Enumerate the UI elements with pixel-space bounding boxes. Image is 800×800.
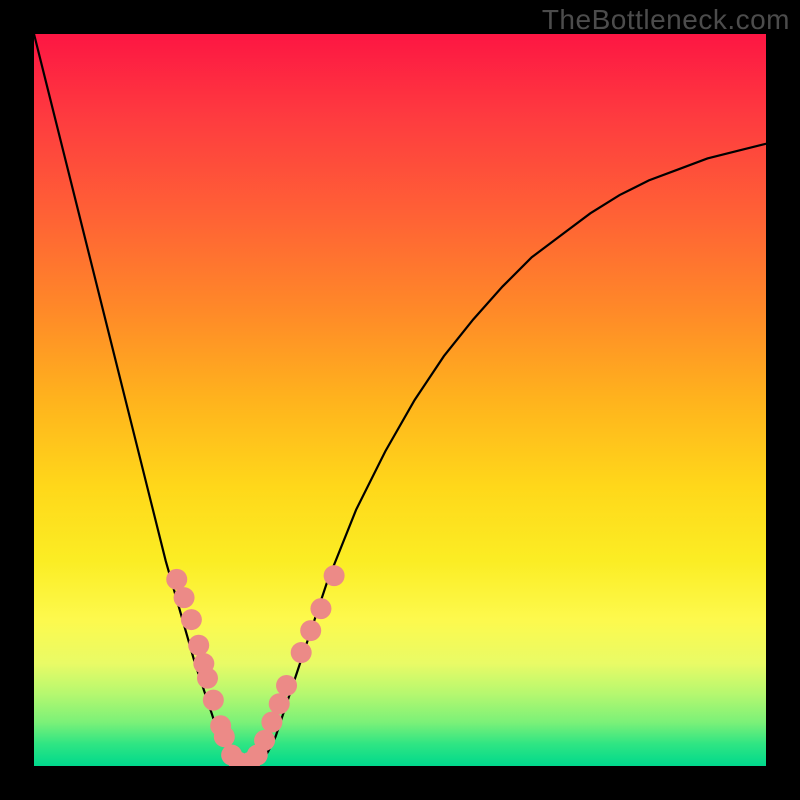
chart-frame: TheBottleneck.com xyxy=(0,0,800,800)
plot-gradient-area xyxy=(34,34,766,766)
watermark-text: TheBottleneck.com xyxy=(542,4,790,36)
